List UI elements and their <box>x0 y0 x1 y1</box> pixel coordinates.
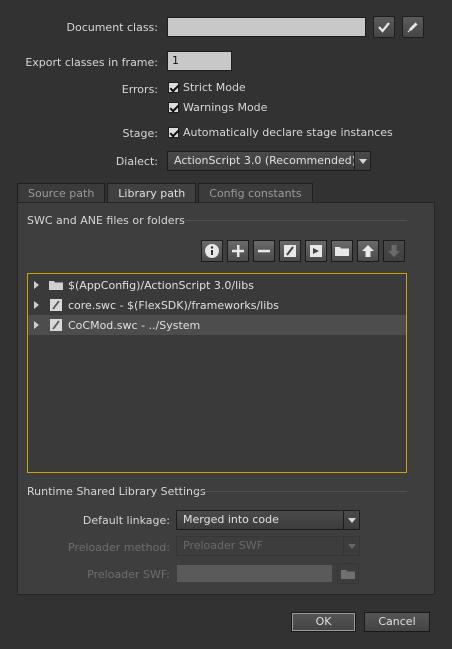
expand-arrow-icon[interactable] <box>34 321 39 329</box>
tab-config-constants[interactable]: Config constants <box>198 183 313 202</box>
swc-section-title: SWC and ANE files or folders <box>27 214 185 227</box>
preloader-swf-input[interactable] <box>176 564 333 583</box>
rsl-section-title: Runtime Shared Library Settings <box>27 485 206 498</box>
expand-arrow-icon[interactable] <box>34 281 39 289</box>
document-class-label: Document class: <box>66 21 159 34</box>
checkbox-check-icon <box>168 102 179 113</box>
list-item[interactable]: core.swc - $(FlexSDK)/frameworks/libs <box>28 295 406 315</box>
strict-mode-checkbox[interactable]: Strict Mode <box>168 81 246 94</box>
folder-icon <box>335 247 349 256</box>
move-up-icon <box>362 245 374 257</box>
list-item-label: core.swc - $(FlexSDK)/frameworks/libs <box>68 298 279 312</box>
move-down-button[interactable] <box>383 240 405 262</box>
auto-declare-label: Automatically declare stage instances <box>183 126 393 139</box>
library-path-list[interactable]: $(AppConfig)/ActionScript 3.0/libs core.… <box>27 273 407 473</box>
dialect-label: Dialect: <box>115 155 158 168</box>
add-icon <box>232 245 244 257</box>
default-linkage-select[interactable]: Merged into code <box>176 510 360 530</box>
list-item[interactable]: CoCMod.swc - ../System <box>28 315 406 335</box>
cancel-button[interactable]: Cancel <box>364 612 430 632</box>
list-item-label: CoCMod.swc - ../System <box>68 318 201 332</box>
list-item[interactable]: $(AppConfig)/ActionScript 3.0/libs <box>28 275 406 295</box>
dialect-select[interactable]: ActionScript 3.0 (Recommended) <box>167 151 371 171</box>
swc-file-icon <box>49 318 63 332</box>
ok-button[interactable]: OK <box>291 612 356 632</box>
dialect-value: ActionScript 3.0 (Recommended) <box>174 154 357 167</box>
pencil-icon <box>407 22 418 33</box>
folder-icon <box>341 569 355 579</box>
edit-class-button[interactable] <box>402 16 424 38</box>
add-button[interactable] <box>227 240 249 262</box>
tab-bar: Source path Library path Config constant… <box>17 183 315 203</box>
auto-declare-checkbox[interactable]: Automatically declare stage instances <box>168 126 393 139</box>
flex-sdk-icon <box>284 245 296 257</box>
expand-arrow-icon[interactable] <box>34 301 39 309</box>
default-linkage-value: Merged into code <box>183 513 279 526</box>
warnings-mode-checkbox[interactable]: Warnings Mode <box>168 101 267 114</box>
chevron-down-icon <box>354 152 370 170</box>
add-swc-button[interactable] <box>305 240 327 262</box>
folder-icon <box>49 278 63 292</box>
tab-library-path[interactable]: Library path <box>107 183 197 203</box>
chevron-down-icon <box>343 511 359 529</box>
checkmark-icon <box>378 22 390 33</box>
swc-file-icon <box>49 298 63 312</box>
export-frame-input[interactable]: 1 <box>167 51 232 71</box>
preloader-browse-button[interactable] <box>337 563 359 584</box>
preloader-method-label: Preloader method: <box>68 541 170 554</box>
swc-icon <box>310 245 322 257</box>
remove-icon <box>258 249 270 253</box>
preloader-method-value: Preloader SWF <box>183 539 263 552</box>
list-item-label: $(AppConfig)/ActionScript 3.0/libs <box>68 278 254 292</box>
flex-sdk-button[interactable] <box>279 240 301 262</box>
remove-button[interactable] <box>253 240 275 262</box>
document-class-input[interactable] <box>167 17 366 37</box>
section-divider <box>195 491 407 492</box>
section-divider <box>185 220 407 221</box>
tab-source-path[interactable]: Source path <box>17 183 106 202</box>
validate-class-button[interactable] <box>373 16 395 38</box>
errors-label: Errors: <box>121 83 158 96</box>
checkbox-check-icon <box>168 82 179 93</box>
default-linkage-label: Default linkage: <box>82 514 170 527</box>
checkbox-check-icon <box>168 127 179 138</box>
chevron-down-icon <box>343 537 359 555</box>
strict-mode-label: Strict Mode <box>183 81 246 94</box>
info-icon <box>205 244 219 258</box>
move-up-button[interactable] <box>357 240 379 262</box>
move-down-icon <box>388 245 400 257</box>
preloader-swf-label: Preloader SWF: <box>87 568 170 581</box>
info-button[interactable] <box>201 240 223 262</box>
browse-folder-button[interactable] <box>331 240 353 262</box>
warnings-mode-label: Warnings Mode <box>183 101 268 114</box>
export-frame-label: Export classes in frame: <box>25 56 158 69</box>
preloader-method-select[interactable]: Preloader SWF <box>176 536 360 556</box>
stage-label: Stage: <box>122 127 159 140</box>
